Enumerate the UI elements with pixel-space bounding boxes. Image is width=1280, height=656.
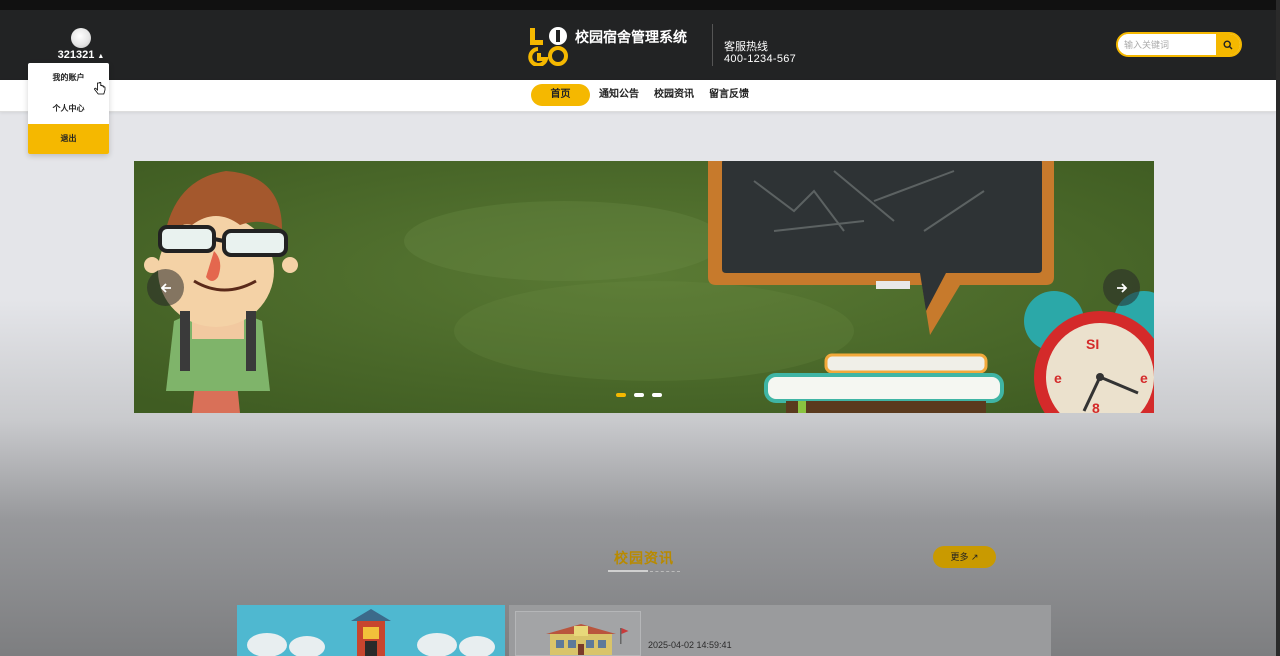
user-dropdown-menu: 我的账户 个人中心 退出 <box>28 63 109 154</box>
search-icon <box>1223 39 1233 49</box>
hero-carousel: SI e e 8 <box>134 161 1154 413</box>
nav-campus-news[interactable]: 校园资讯 <box>654 84 694 106</box>
banner-illustration: SI e e 8 <box>134 161 1154 413</box>
news-date: 2025-04-02 14:59:41 <box>648 640 732 650</box>
main-nav: 首页 通知公告 校园资讯 留言反馈 <box>531 84 764 106</box>
header-divider <box>712 24 713 66</box>
user-menu-toggle[interactable]: 321321 ▲ <box>56 28 106 61</box>
caret-up-icon: ▲ <box>97 53 105 60</box>
window-right-edge <box>1276 0 1280 656</box>
carousel-dot-2[interactable] <box>634 393 644 397</box>
news-thumbnail <box>515 611 641 656</box>
carousel-dot-3[interactable] <box>652 393 662 397</box>
arrow-up-right-icon: ↗ <box>970 552 979 562</box>
site-header: 321321 ▲ 校园宿舍管理系统 客服热线 400-1234-567 <box>0 10 1276 80</box>
hotline-label: 客服热线 <box>724 41 768 53</box>
carousel-indicators <box>616 393 670 397</box>
main-nav-bar: 首页 通知公告 校园资讯 留言反馈 <box>0 80 1276 112</box>
title-underline <box>608 570 648 572</box>
nav-notices[interactable]: 通知公告 <box>599 84 639 106</box>
featured-news-image[interactable] <box>237 605 505 656</box>
menu-item-profile[interactable]: 个人中心 <box>28 94 109 124</box>
news-section-title: 校园资讯 <box>614 550 674 566</box>
window-top-strip <box>0 0 1280 10</box>
title-dashes <box>650 571 680 572</box>
more-button[interactable]: 更多 ↗ <box>933 546 996 568</box>
menu-item-logout[interactable]: 退出 <box>28 124 109 154</box>
svg-text:SI: SI <box>1086 336 1099 352</box>
school-bell-illustration <box>237 605 505 656</box>
carousel-dot-1[interactable] <box>616 393 626 397</box>
nav-home[interactable]: 首页 <box>531 84 590 106</box>
carousel-prev-button[interactable] <box>147 269 184 306</box>
svg-text:e: e <box>1140 370 1148 386</box>
arrow-right-icon <box>1116 282 1127 293</box>
page: 321321 ▲ 校园宿舍管理系统 客服热线 400-1234-567 输入关键… <box>0 0 1280 656</box>
search-input[interactable] <box>1118 34 1218 55</box>
search-box <box>1116 32 1242 57</box>
arrow-left-icon <box>160 282 171 293</box>
hotline-number: 400-1234-567 <box>724 53 797 65</box>
svg-text:8: 8 <box>1092 400 1100 413</box>
carousel-next-button[interactable] <box>1103 269 1140 306</box>
username: 321321 <box>57 49 95 61</box>
hand-cursor-icon <box>94 82 106 95</box>
svg-text:e: e <box>1054 370 1062 386</box>
school-building-illustration <box>516 612 640 655</box>
site-title: 校园宿舍管理系统 <box>575 29 687 45</box>
news-list-item[interactable]: 2025-04-02 14:59:41 <box>509 605 1051 656</box>
more-label: 更多 <box>950 552 969 562</box>
logo-letters-icon <box>528 27 568 66</box>
search-button[interactable] <box>1216 34 1240 55</box>
avatar[interactable] <box>71 28 91 48</box>
nav-feedback[interactable]: 留言反馈 <box>709 84 749 106</box>
